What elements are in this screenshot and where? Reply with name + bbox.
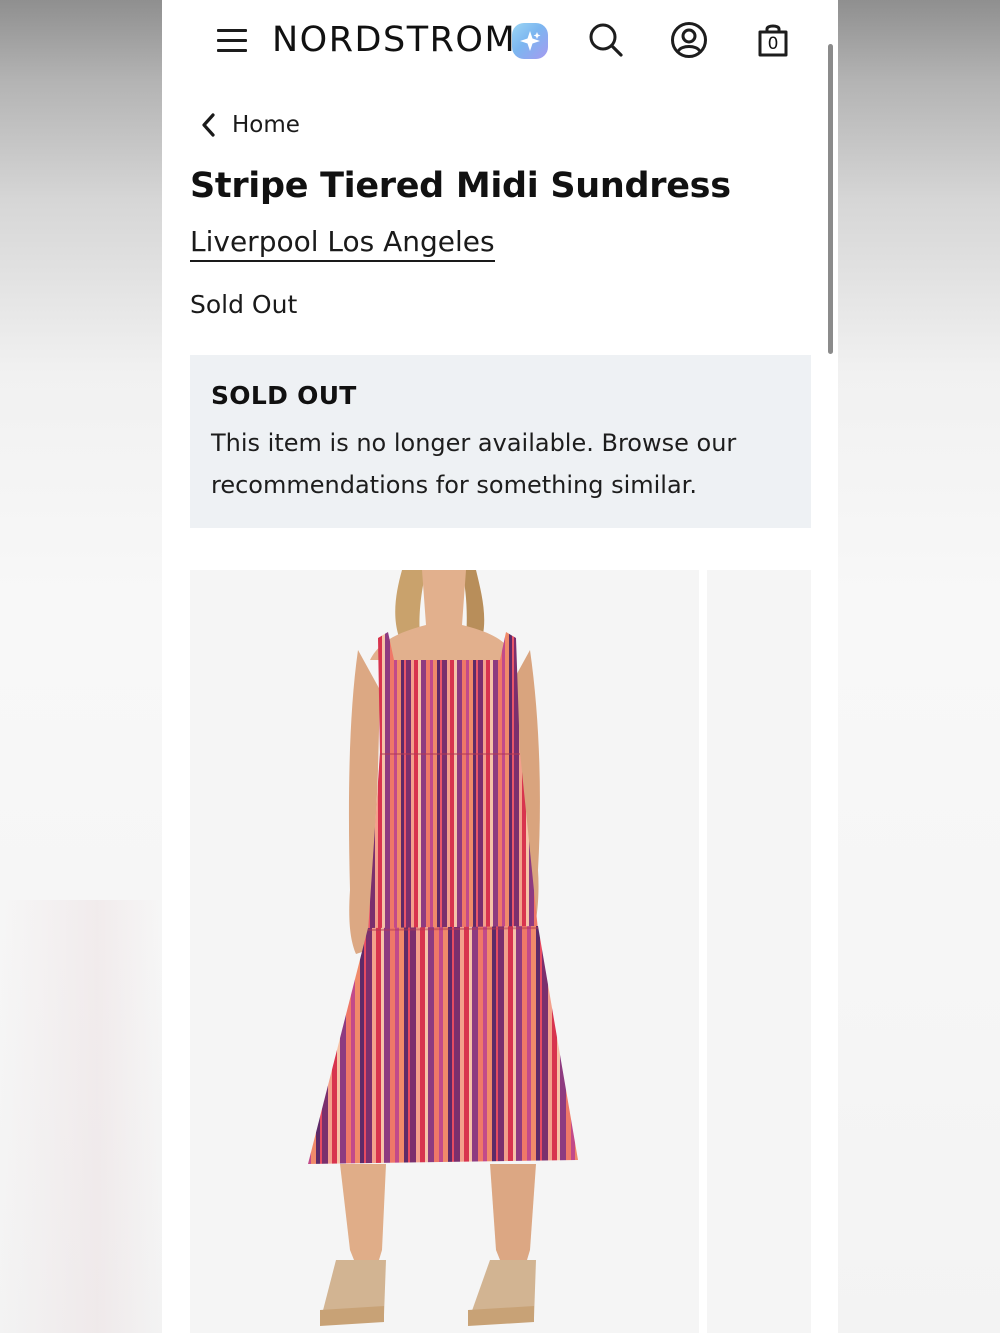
product-photo [308, 570, 578, 1326]
brand-link[interactable]: Liverpool Los Angeles [190, 224, 495, 262]
site-header: NORDSTROM 0 [162, 0, 838, 84]
next-product-image[interactable] [707, 570, 811, 1333]
availability-status: Sold Out [190, 290, 298, 319]
account-icon[interactable] [669, 20, 709, 60]
notice-body: This item is no longer available. Browse… [211, 429, 737, 499]
chevron-left-icon [202, 113, 215, 137]
product-title: Stripe Tiered Midi Sundress [190, 166, 731, 206]
bag-count: 0 [767, 34, 779, 54]
search-icon[interactable] [586, 20, 626, 60]
nordstrom-logo[interactable]: NORDSTROM [272, 18, 516, 62]
product-page: NORDSTROM 0 Home Stripe Tiered Midi Sund… [162, 0, 838, 1333]
product-image[interactable] [190, 570, 699, 1333]
notice-heading: SOLD OUT [211, 381, 357, 410]
breadcrumb[interactable]: Home [200, 108, 300, 142]
page-scrollbar[interactable] [828, 44, 833, 354]
sold-out-notice: SOLD OUT This item is no longer availabl… [190, 355, 811, 528]
shopping-bag-icon[interactable]: 0 [753, 20, 793, 60]
breadcrumb-home-link[interactable]: Home [232, 112, 300, 138]
hamburger-menu-icon[interactable] [217, 27, 247, 53]
sparkle-ai-icon[interactable] [512, 23, 548, 59]
product-image-gallery[interactable] [190, 570, 838, 1333]
background-tint [0, 900, 162, 1333]
